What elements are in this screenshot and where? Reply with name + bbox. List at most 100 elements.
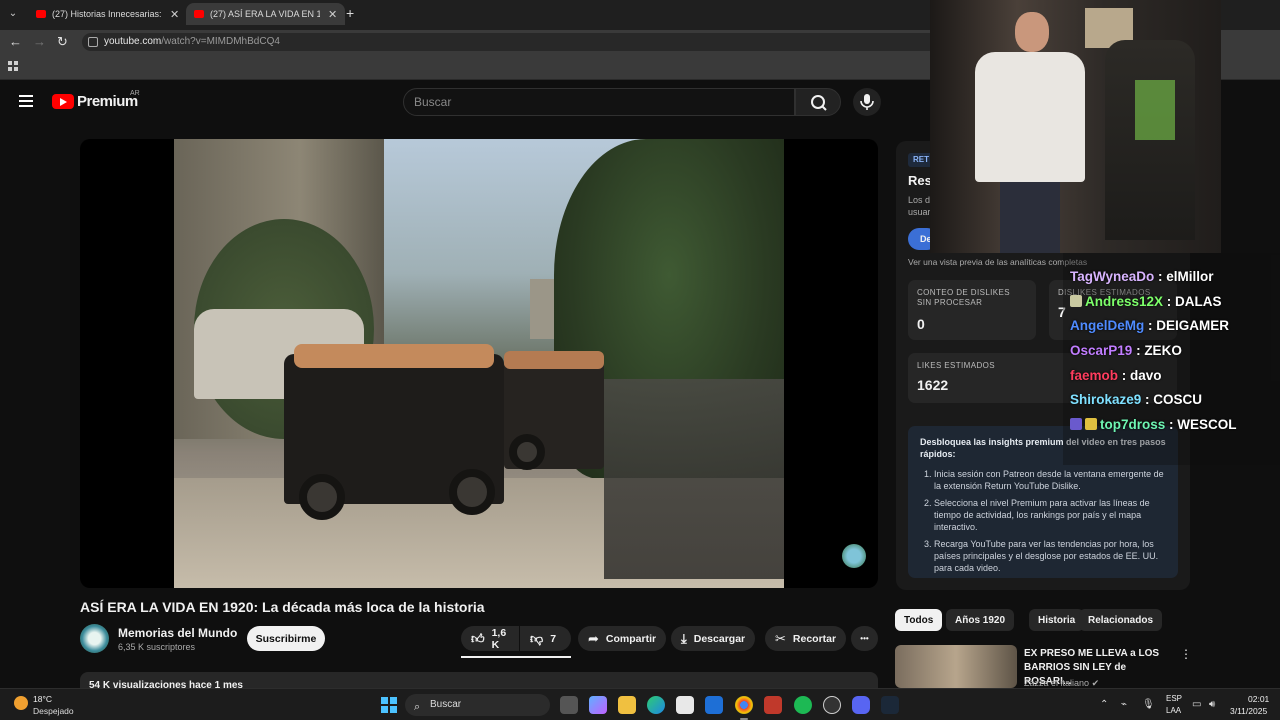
- keyboard-layout[interactable]: LAA: [1166, 706, 1181, 715]
- dislike-count: 7: [550, 632, 557, 645]
- site-info-icon[interactable]: [88, 37, 98, 47]
- channel-watermark-icon[interactable]: [842, 544, 866, 568]
- chat-user: Andress12X: [1085, 294, 1164, 309]
- windows-start-icon[interactable]: [381, 697, 397, 713]
- chat-text: elMillor: [1166, 269, 1214, 284]
- clip-label: Recortar: [792, 632, 837, 645]
- chat-text: davo: [1130, 368, 1162, 383]
- search-input[interactable]: Buscar: [403, 88, 795, 116]
- app-icon[interactable]: [764, 696, 782, 714]
- insights-step: Selecciona el nivel Premium para activar…: [934, 497, 1166, 533]
- new-tab-plus-icon[interactable]: +: [346, 5, 354, 21]
- clock-time[interactable]: 02:01: [1248, 694, 1269, 704]
- related-video-thumbnail[interactable]: [895, 645, 1017, 688]
- mic-tray-icon[interactable]: 🎙︎: [1142, 699, 1155, 710]
- download-button[interactable]: ⤓ Descargar: [671, 626, 756, 651]
- ryd-preview-link[interactable]: Ver una vista previa de las analíticas c…: [908, 257, 1087, 267]
- clip-button[interactable]: ✂ Recortar: [765, 626, 847, 651]
- logo-text: Premium: [77, 93, 138, 110]
- store-icon[interactable]: [676, 696, 694, 714]
- chat-user: AngelDeMg: [1070, 318, 1145, 333]
- download-label: Descargar: [693, 632, 746, 645]
- chat-user: OscarP19: [1070, 343, 1133, 358]
- stat-raw-dislikes: CONTEO DE DISLIKES SIN PROCESAR 0: [908, 280, 1036, 340]
- tab-search-icon[interactable]: ⌄: [4, 4, 22, 22]
- file-explorer-icon[interactable]: [618, 696, 636, 714]
- chat-badge-icon: [1070, 295, 1082, 307]
- chat-user: TagWyneaDo: [1070, 269, 1155, 284]
- chat-message: faemob : davo: [1070, 368, 1162, 383]
- spotify-icon[interactable]: [794, 696, 812, 714]
- more-icon: •••: [860, 634, 869, 643]
- chip-historia[interactable]: Historia: [1029, 609, 1085, 631]
- channel-name[interactable]: Memorias del Mundo: [118, 626, 237, 640]
- weather-description[interactable]: Despejado: [33, 706, 74, 716]
- display-icon[interactable]: ▭: [1192, 699, 1201, 710]
- chip-relacionados[interactable]: Relacionados: [1079, 609, 1163, 631]
- chat-message: Andress12X : DALAS: [1070, 294, 1222, 309]
- browser-tab-historias[interactable]: (27) Historias Innecesarias: Cha ✕: [28, 3, 187, 25]
- edge-icon[interactable]: [647, 696, 665, 714]
- task-view-icon[interactable]: [560, 696, 578, 714]
- more-vertical-icon[interactable]: ⋮: [1180, 647, 1192, 661]
- more-actions-button[interactable]: •••: [851, 626, 878, 651]
- close-icon[interactable]: ✕: [170, 8, 179, 21]
- language-indicator[interactable]: ESP: [1166, 694, 1182, 703]
- chat-message: AngelDeMg : DEIGAMER: [1070, 318, 1230, 333]
- network-icon[interactable]: ⌁: [1121, 699, 1127, 710]
- chip-anos-1920[interactable]: Años 1920: [946, 609, 1015, 631]
- chat-text: COSCU: [1153, 392, 1203, 407]
- browser-tab-active[interactable]: (27) ASÍ ERA LA VIDA EN 1920: ✕: [186, 3, 346, 25]
- chat-message: Shirokaze9 : COSCU: [1070, 392, 1203, 407]
- share-label: Compartir: [605, 632, 657, 645]
- outlook-icon[interactable]: [705, 696, 723, 714]
- weather-temperature[interactable]: 18°C: [33, 694, 52, 704]
- taskbar-search-label: Buscar: [430, 699, 462, 710]
- thumbs-down-icon: 👎︎: [530, 630, 544, 646]
- url-field[interactable]: youtube.com/watch?v=MIMDMhBdCQ4: [82, 33, 942, 51]
- youtube-play-icon: [52, 94, 74, 109]
- obs-icon[interactable]: [823, 696, 841, 714]
- copilot-icon[interactable]: [589, 696, 607, 714]
- chrome-icon[interactable]: [735, 696, 753, 714]
- video-title: ASÍ ERA LA VIDA EN 1920: La década más l…: [80, 599, 485, 615]
- apps-grid-icon[interactable]: [8, 61, 18, 71]
- youtube-premium-logo[interactable]: Premium AR: [52, 90, 140, 110]
- region-code: AR: [130, 90, 140, 97]
- search-icon: ⌕: [414, 701, 421, 713]
- chevron-up-icon[interactable]: ⌃: [1100, 699, 1108, 710]
- arrow-left-icon[interactable]: ←: [9, 34, 22, 49]
- menu-icon[interactable]: [19, 95, 33, 107]
- arrow-right-icon[interactable]: →: [33, 34, 46, 49]
- close-icon[interactable]: ✕: [328, 8, 337, 21]
- chip-todos[interactable]: Todos: [895, 609, 943, 631]
- clock-date[interactable]: 3/11/2025: [1230, 706, 1267, 716]
- dislike-button[interactable]: 👎︎ 7: [520, 626, 571, 651]
- voice-search-button[interactable]: [853, 88, 881, 116]
- ryd-title: Res: [908, 173, 932, 188]
- crown-badge-icon: [1085, 418, 1097, 430]
- search-button[interactable]: [795, 88, 841, 116]
- subscribe-button[interactable]: Suscribirme: [247, 626, 325, 651]
- chat-user: faemob: [1070, 368, 1119, 383]
- channel-avatar[interactable]: [80, 624, 109, 653]
- weather-icon[interactable]: [14, 696, 28, 710]
- youtube-favicon-icon: [194, 10, 204, 18]
- scissors-icon: ✂: [775, 630, 786, 646]
- volume-icon[interactable]: 🔊︎: [1209, 699, 1215, 710]
- discord-icon[interactable]: [852, 696, 870, 714]
- share-button[interactable]: ➦ Compartir: [578, 626, 667, 651]
- reload-icon[interactable]: ↻: [57, 34, 68, 50]
- insights-step: Inicia sesión con Patreon desde la venta…: [934, 468, 1166, 492]
- video-player[interactable]: [80, 139, 878, 588]
- chat-user: Shirokaze9: [1070, 392, 1142, 407]
- stat-value: 0: [917, 316, 925, 332]
- like-button[interactable]: 👍︎ 1,6 K: [461, 626, 519, 651]
- url-path: /watch?v=MIMDMhBdCQ4: [161, 36, 280, 47]
- video-frame: [174, 139, 784, 588]
- steam-icon[interactable]: [881, 696, 899, 714]
- taskbar-search[interactable]: ⌕ Buscar: [405, 694, 550, 716]
- verified-icon: ✔: [1091, 678, 1100, 688]
- chat-message: OscarP19 : ZEKO: [1070, 343, 1182, 358]
- mic-icon: [860, 94, 874, 110]
